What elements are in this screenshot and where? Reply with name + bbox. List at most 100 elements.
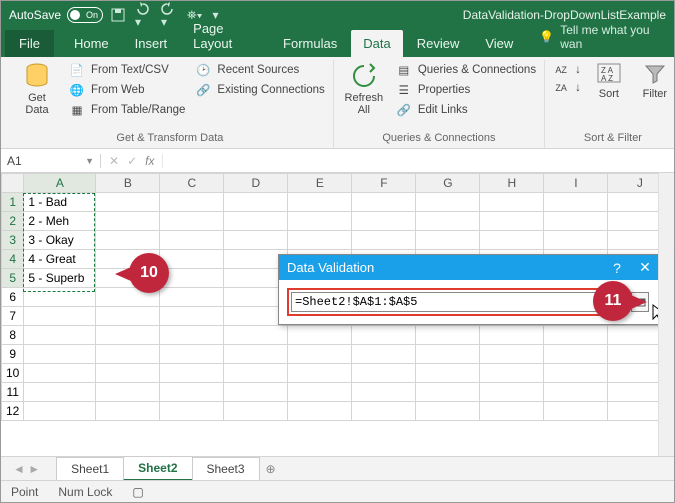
recent-sources-button[interactable]: 🕑Recent Sources: [195, 62, 324, 78]
cell[interactable]: [288, 345, 352, 364]
row-header-2[interactable]: 2: [2, 212, 24, 231]
cell[interactable]: [160, 326, 224, 345]
cell[interactable]: [352, 345, 416, 364]
cell[interactable]: [160, 364, 224, 383]
cell[interactable]: [160, 345, 224, 364]
data-validation-source-input[interactable]: [291, 292, 621, 312]
cell[interactable]: [224, 402, 288, 421]
properties-button[interactable]: ☰Properties: [396, 82, 536, 98]
vertical-scrollbar[interactable]: [658, 173, 674, 456]
sort-button[interactable]: Z AA Z Sort: [591, 62, 627, 132]
cell-a3[interactable]: 3 - Okay: [24, 231, 96, 250]
cell[interactable]: [416, 212, 480, 231]
cell[interactable]: [480, 212, 544, 231]
col-header-h[interactable]: H: [480, 174, 544, 193]
fx-icon[interactable]: fx: [145, 154, 154, 168]
cell[interactable]: [160, 307, 224, 326]
cell[interactable]: [160, 231, 224, 250]
cell[interactable]: [96, 383, 160, 402]
tab-insert[interactable]: Insert: [123, 30, 180, 57]
sheet-tab-sheet2[interactable]: Sheet2: [123, 456, 192, 481]
tell-me-search[interactable]: 💡 Tell me what you wan: [527, 17, 670, 57]
sheet-tab-sheet3[interactable]: Sheet3: [192, 457, 260, 480]
tab-review[interactable]: Review: [405, 30, 472, 57]
cell[interactable]: [416, 231, 480, 250]
cell[interactable]: [224, 212, 288, 231]
cell[interactable]: [160, 288, 224, 307]
cell[interactable]: [480, 231, 544, 250]
row-header-3[interactable]: 3: [2, 231, 24, 250]
cell[interactable]: [352, 326, 416, 345]
cell[interactable]: [288, 212, 352, 231]
cell[interactable]: [352, 364, 416, 383]
save-icon[interactable]: [111, 8, 125, 22]
cell[interactable]: [24, 364, 96, 383]
name-box-dropdown-icon[interactable]: ▼: [85, 156, 94, 166]
cell[interactable]: [544, 193, 608, 212]
tab-file[interactable]: File: [5, 30, 54, 57]
cell[interactable]: [224, 326, 288, 345]
cell[interactable]: [544, 402, 608, 421]
col-header-d[interactable]: D: [224, 174, 288, 193]
col-header-e[interactable]: E: [288, 174, 352, 193]
from-text-csv-button[interactable]: 📄From Text/CSV: [69, 62, 185, 78]
cell[interactable]: [224, 383, 288, 402]
cell[interactable]: [96, 364, 160, 383]
row-header-6[interactable]: 6: [2, 288, 24, 307]
cell[interactable]: [352, 231, 416, 250]
dialog-close-button[interactable]: ✕: [631, 259, 659, 276]
dialog-help-button[interactable]: ?: [603, 260, 631, 276]
cell[interactable]: [96, 231, 160, 250]
row-header-12[interactable]: 12: [2, 402, 24, 421]
cell-a2[interactable]: 2 - Meh: [24, 212, 96, 231]
refresh-all-button[interactable]: Refresh All: [342, 62, 386, 132]
cell[interactable]: [24, 307, 96, 326]
cell[interactable]: [160, 383, 224, 402]
tab-data[interactable]: Data: [351, 30, 402, 57]
cell[interactable]: [544, 326, 608, 345]
cell-a4[interactable]: 4 - Great: [24, 250, 96, 269]
macro-record-icon[interactable]: ▢: [132, 485, 143, 499]
cell[interactable]: [544, 212, 608, 231]
get-data-button[interactable]: Get Data: [15, 62, 59, 132]
cell[interactable]: [288, 383, 352, 402]
cell[interactable]: [24, 402, 96, 421]
row-header-11[interactable]: 11: [2, 383, 24, 402]
cancel-icon[interactable]: ✕: [109, 154, 119, 168]
name-box[interactable]: A1 ▼: [1, 154, 101, 168]
from-web-button[interactable]: 🌐From Web: [69, 82, 185, 98]
cell[interactable]: [24, 383, 96, 402]
cell[interactable]: [544, 364, 608, 383]
undo-icon[interactable]: ▾: [135, 1, 151, 29]
cell[interactable]: [480, 402, 544, 421]
redo-icon[interactable]: ▾: [161, 1, 177, 29]
cell[interactable]: [480, 193, 544, 212]
row-header-1[interactable]: 1: [2, 193, 24, 212]
tab-formulas[interactable]: Formulas: [271, 30, 349, 57]
cell[interactable]: [416, 402, 480, 421]
row-header-8[interactable]: 8: [2, 326, 24, 345]
cell[interactable]: [24, 326, 96, 345]
sheet-tab-sheet1[interactable]: Sheet1: [56, 457, 124, 480]
cell[interactable]: [416, 345, 480, 364]
tab-page-layout[interactable]: Page Layout: [181, 15, 269, 57]
cell[interactable]: [160, 269, 224, 288]
cell-a1[interactable]: 1 - Bad: [24, 193, 96, 212]
col-header-i[interactable]: I: [544, 174, 608, 193]
cell[interactable]: [160, 402, 224, 421]
row-header-7[interactable]: 7: [2, 307, 24, 326]
cell[interactable]: [96, 193, 160, 212]
col-header-b[interactable]: B: [96, 174, 160, 193]
cell[interactable]: [416, 193, 480, 212]
sort-asc-button[interactable]: AZ↓: [553, 62, 581, 78]
queries-connections-button[interactable]: ▤Queries & Connections: [396, 62, 536, 78]
cell[interactable]: [288, 231, 352, 250]
cell-a5[interactable]: 5 - Superb: [24, 269, 96, 288]
cell[interactable]: [288, 364, 352, 383]
cell[interactable]: [544, 345, 608, 364]
edit-links-button[interactable]: 🔗Edit Links: [396, 102, 536, 118]
cell[interactable]: [96, 307, 160, 326]
cell[interactable]: [416, 326, 480, 345]
col-header-c[interactable]: C: [160, 174, 224, 193]
autosave-switch[interactable]: On: [67, 7, 103, 23]
